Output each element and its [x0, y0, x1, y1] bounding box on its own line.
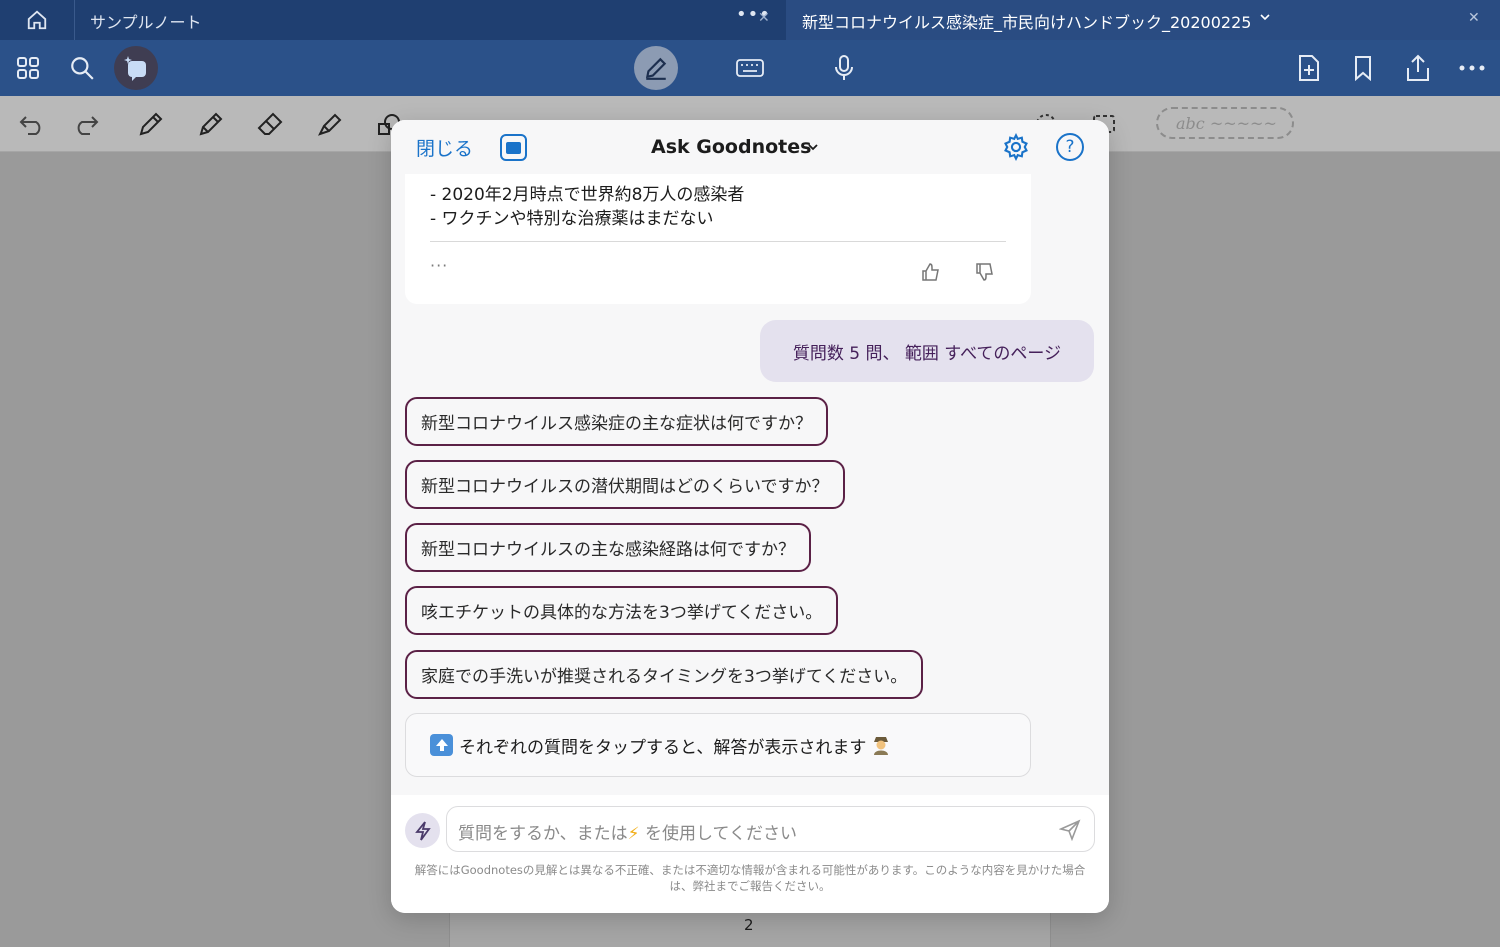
divider [430, 241, 1006, 242]
question-chip[interactable]: 新型コロナウイルスの主な感染経路は何ですか？ [405, 523, 811, 572]
grid-button[interactable] [6, 46, 50, 90]
answer-card: - 2020年2月時点で世界約8万人の感染者 - ワクチンや特別な治療薬はまだな… [405, 160, 1031, 304]
chevron-down-icon[interactable] [1258, 10, 1272, 24]
pencil-tool[interactable] [193, 106, 229, 142]
info-text: それぞれの質問をタップすると、解答が表示されます [459, 737, 867, 758]
answer-line: - ワクチンや特別な治療薬はまだない [430, 209, 714, 229]
more-button[interactable] [1450, 46, 1494, 90]
bolt-icon: ⚡ [627, 824, 640, 844]
add-page-button[interactable] [1287, 46, 1331, 90]
gear-icon[interactable] [1002, 133, 1030, 161]
tab-close-icon[interactable]: ✕ [758, 10, 770, 26]
disclaimer-text: 解答にはGoodnotesの見解とは異なる不正確、または不適切な情報が含まれる可… [414, 863, 1086, 893]
tab-label: 新型コロナウイルス感染症_市民向けハンドブック_20200225 [802, 13, 1252, 32]
stop-button[interactable] [500, 134, 527, 161]
grid-icon [17, 57, 39, 79]
panel-header: 閉じる Ask Goodnotes ? [391, 120, 1109, 174]
question-chip[interactable]: 新型コロナウイルス感染症の主な症状は何ですか？ [405, 397, 828, 446]
eraser-tool[interactable] [252, 106, 288, 142]
bookmark-icon [1355, 56, 1371, 81]
fountain-pen-icon [139, 112, 163, 136]
pen-mode-button[interactable] [634, 46, 678, 90]
tab-sample-note[interactable]: サンプルノート ••• ✕ [76, 0, 786, 40]
input-placeholder: 質問をするか、または⚡ を使用してください [458, 824, 797, 844]
share-icon [1407, 54, 1429, 81]
microphone-button[interactable] [822, 46, 866, 90]
question-chip[interactable]: 新型コロナウイルスの潜伏期間はどのくらいですか？ [405, 460, 845, 509]
home-icon [27, 10, 47, 30]
eraser-icon [257, 112, 283, 135]
search-icon [71, 57, 94, 80]
highlighter-tool[interactable] [312, 106, 348, 142]
input-area: 質問をするか、または⚡ を使用してください 解答にはGoodnotesの見解とは… [391, 795, 1109, 913]
fountain-pen-tool[interactable] [133, 106, 169, 142]
answer-more-icon[interactable]: ··· [430, 256, 448, 275]
bookmark-button[interactable] [1341, 46, 1385, 90]
search-button[interactable] [60, 46, 104, 90]
main-toolbar [0, 40, 1500, 96]
thumbs-down-icon[interactable] [975, 262, 995, 282]
question-chip[interactable]: 咳エチケットの具体的な方法を3つ挙げてください。 [405, 586, 839, 635]
send-icon[interactable] [1059, 819, 1081, 841]
redo-button[interactable] [68, 106, 104, 142]
answer-line: - 2020年2月時点で世界約8万人の感染者 [430, 185, 745, 205]
detective-icon [874, 737, 889, 755]
user-message: 質問数 5 問、 範囲 すべてのページ [760, 320, 1094, 382]
keyboard-button[interactable] [728, 46, 772, 90]
undo-icon [19, 116, 41, 135]
up-arrow-icon [430, 734, 453, 756]
help-icon: ? [1065, 137, 1075, 157]
pen-icon [645, 57, 667, 80]
bolt-icon [414, 820, 431, 841]
redo-icon [77, 116, 99, 135]
help-button[interactable]: ? [1056, 133, 1084, 161]
question-chip[interactable]: 家庭での手洗いが推奨されるタイミングを3つ挙げてください。 [405, 650, 924, 699]
tab-label: サンプルノート [90, 13, 202, 32]
close-button[interactable]: 閉じる [416, 134, 473, 161]
pencil-icon [199, 112, 223, 136]
keyboard-icon [736, 59, 764, 77]
text-chip-label: abc ~~~~~ [1176, 113, 1277, 133]
highlighter-icon [318, 113, 342, 136]
ask-goodnotes-panel: - 2020年2月時点で世界約8万人の感染者 - ワクチンや特別な治療薬はまだな… [391, 120, 1109, 913]
question-input[interactable]: 質問をするか、または⚡ を使用してください [446, 806, 1095, 852]
quick-actions-button[interactable] [405, 813, 440, 848]
stop-icon [506, 141, 521, 154]
text-recognition-chip[interactable]: abc ~~~~~ [1156, 107, 1294, 139]
home-button[interactable] [0, 0, 75, 40]
tab-bar: サンプルノート ••• ✕ 新型コロナウイルス感染症_市民向けハンドブック_20… [0, 0, 1500, 40]
panel-title[interactable]: Ask Goodnotes [651, 136, 811, 158]
more-icon [1459, 65, 1485, 71]
ai-chat-icon [124, 56, 146, 81]
add-page-icon [1299, 55, 1319, 81]
info-message: それぞれの質問をタップすると、解答が表示されます [405, 713, 1031, 777]
thumbs-up-icon[interactable] [921, 262, 941, 282]
ask-ai-button[interactable] [114, 46, 158, 90]
tab-close-icon[interactable]: ✕ [1468, 10, 1480, 26]
tab-handbook[interactable]: 新型コロナウイルス感染症_市民向けハンドブック_20200225 ✕ [786, 0, 1500, 40]
chevron-down-icon[interactable] [806, 140, 820, 154]
microphone-icon [835, 55, 853, 80]
share-button[interactable] [1396, 46, 1440, 90]
page-number: 2 [744, 916, 754, 934]
undo-button[interactable] [14, 106, 50, 142]
